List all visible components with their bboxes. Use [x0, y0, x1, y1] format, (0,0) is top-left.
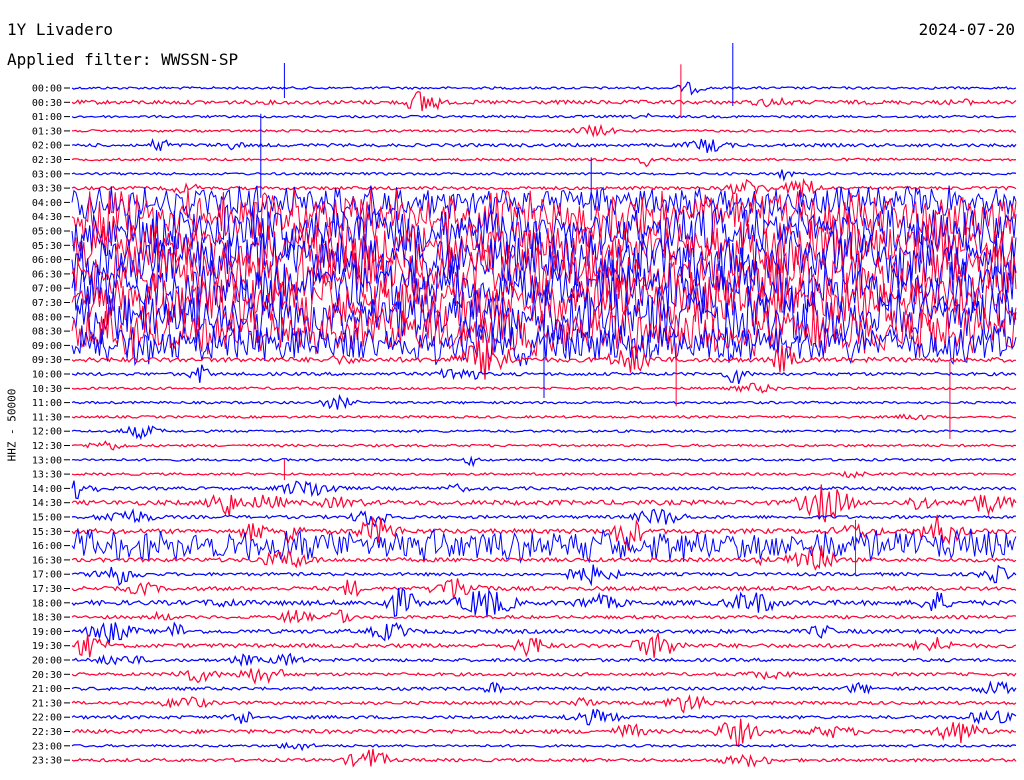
- trace-row-2000: [72, 652, 1017, 668]
- tick-label-0700: 07:00: [32, 284, 62, 295]
- tick-label-1130: 11:30: [32, 412, 62, 423]
- trace-row-1800: [71, 587, 1017, 618]
- helicorder-plot: 00:00 00:30 01:00 01:30 02:00 02:30 03:00 03:30…: [32, 43, 1017, 768]
- tick-label-1700: 17:00: [32, 570, 62, 581]
- trace-row-0130: [71, 123, 1017, 138]
- tick-label-2130: 21:30: [32, 698, 62, 709]
- tick-label-0830: 08:30: [32, 327, 62, 338]
- tick-label-1500: 15:00: [32, 513, 62, 524]
- trace-row-1630: [71, 545, 1017, 571]
- tick-label-2030: 20:30: [32, 670, 62, 681]
- tick-label-1730: 17:30: [32, 584, 62, 595]
- tick-label-2300: 23:00: [32, 741, 62, 752]
- trace-row-1700: [71, 564, 1017, 587]
- tick-label-0230: 02:30: [32, 155, 62, 166]
- tick-label-0600: 06:00: [32, 255, 62, 266]
- trace-row-1300: [71, 455, 1017, 468]
- tick-label-1630: 16:30: [32, 555, 62, 566]
- tick-label-0130: 01:30: [32, 126, 62, 137]
- tick-label-1000: 10:00: [32, 370, 62, 381]
- trace-row-0000: [71, 81, 1017, 96]
- trace-row-1130: [71, 413, 1017, 421]
- tick-label-0400: 04:00: [32, 198, 62, 209]
- tick-label-0530: 05:30: [32, 241, 62, 252]
- tick-label-1800: 18:00: [32, 598, 62, 609]
- tick-label-0500: 05:00: [32, 227, 62, 238]
- tick-label-1030: 10:30: [32, 384, 62, 395]
- trace-row-1200: [71, 424, 1017, 441]
- tick-label-2330: 23:30: [32, 756, 62, 767]
- tick-label-0930: 09:30: [32, 355, 62, 366]
- trace-row-2330: [71, 748, 1017, 768]
- trace-row-1730: [71, 578, 1017, 599]
- tick-label-0200: 02:00: [32, 141, 62, 152]
- trace-row-1900: [71, 621, 1017, 645]
- trace-row-1230: [71, 440, 1017, 451]
- trace-row-1930: [71, 632, 1017, 658]
- trace-row-0200: [71, 137, 1017, 153]
- tick-label-0730: 07:30: [32, 298, 62, 309]
- trace-row-0100: [71, 112, 1017, 119]
- trace-row-2300: [71, 741, 1017, 752]
- trace-row-0300: [71, 169, 1017, 182]
- tick-label-1900: 19:00: [32, 627, 62, 638]
- trace-row-2200: [71, 708, 1017, 726]
- trace-row-1830: [71, 609, 1017, 624]
- trace-row-0030: [71, 91, 1017, 112]
- tick-label-1330: 13:30: [32, 470, 62, 481]
- trace-row-0500: [71, 204, 1017, 260]
- tick-label-1100: 11:00: [32, 398, 62, 409]
- trace-row-0230: [71, 157, 1017, 168]
- tick-label-0030: 00:30: [32, 98, 62, 109]
- trace-row-1600: [71, 527, 1017, 564]
- trace-row-1330: [71, 470, 1017, 479]
- tick-label-0430: 04:30: [32, 212, 62, 223]
- tick-label-1830: 18:30: [32, 613, 62, 624]
- tick-label-0300: 03:00: [32, 169, 62, 180]
- tick-label-0100: 01:00: [32, 112, 62, 123]
- trace-row-0330: [71, 177, 1017, 198]
- tick-label-1300: 13:00: [32, 455, 62, 466]
- tick-label-0800: 08:00: [32, 312, 62, 323]
- tick-label-1430: 14:30: [32, 498, 62, 509]
- tick-label-0000: 00:00: [32, 84, 62, 95]
- tick-label-2230: 22:30: [32, 727, 62, 738]
- tick-label-2200: 22:00: [32, 713, 62, 724]
- tick-label-0900: 09:00: [32, 341, 62, 352]
- trace-row-1500: [71, 508, 1017, 528]
- trace-row-2230: [71, 718, 1016, 747]
- tick-label-0330: 03:30: [32, 184, 62, 195]
- tick-label-1230: 12:30: [32, 441, 62, 452]
- trace-row-2100: [71, 680, 1017, 695]
- tick-label-1530: 15:30: [32, 527, 62, 538]
- trace-row-2130: [71, 693, 1017, 714]
- trace-row-2030: [71, 667, 1017, 685]
- tick-label-1930: 19:30: [32, 641, 62, 652]
- tick-label-2000: 20:00: [32, 656, 62, 667]
- tick-label-1200: 12:00: [32, 427, 62, 438]
- tick-label-1600: 16:00: [32, 541, 62, 552]
- tick-label-2100: 21:00: [32, 684, 62, 695]
- time-tick-labels: 00:00 00:30 01:00 01:30 02:00 02:30 03:00 03:30…: [32, 84, 70, 767]
- tick-label-1400: 14:00: [32, 484, 62, 495]
- trace-group: [71, 43, 1017, 768]
- tick-label-0630: 06:30: [32, 269, 62, 280]
